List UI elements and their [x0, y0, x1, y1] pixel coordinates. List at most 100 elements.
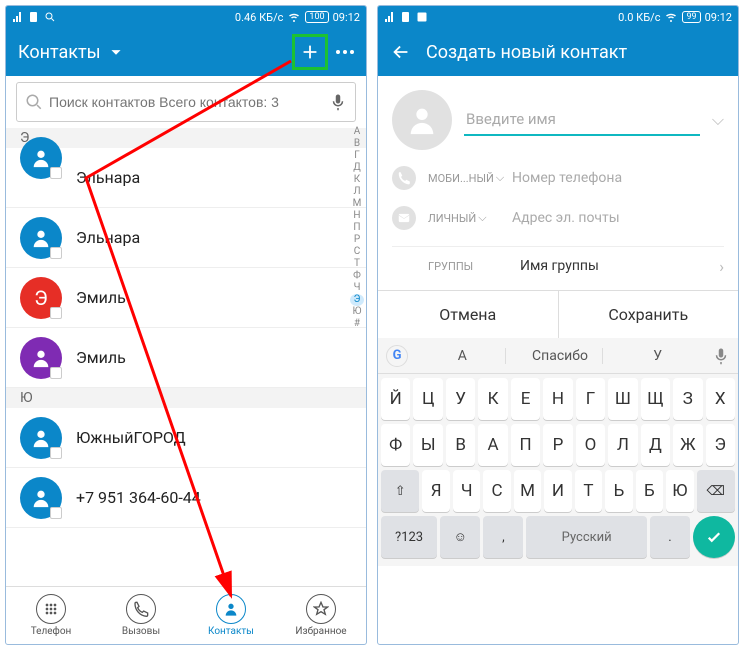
- contact-row[interactable]: Эмиль: [6, 328, 366, 388]
- shift-key[interactable]: ⇧: [381, 470, 419, 512]
- contact-row[interactable]: Эльнара: [6, 148, 366, 208]
- avatar: [20, 137, 62, 179]
- contact-row[interactable]: ЭЭмиль: [6, 268, 366, 328]
- enter-key[interactable]: [693, 516, 735, 558]
- overflow-menu[interactable]: [336, 50, 354, 54]
- index-letter[interactable]: С: [350, 246, 364, 258]
- mic-icon[interactable]: [329, 93, 347, 111]
- nav-Контакты[interactable]: Контакты: [186, 587, 276, 644]
- cancel-button[interactable]: Отмена: [378, 291, 559, 338]
- index-letter[interactable]: Ф: [350, 270, 364, 282]
- index-letter[interactable]: К: [350, 174, 364, 186]
- chevron-right-icon[interactable]: ›: [719, 257, 724, 276]
- avatar: [20, 417, 62, 459]
- key[interactable]: У: [446, 378, 475, 420]
- new-contact-form: Введите имя ⌵ МОБИ...НЫЙ ⌵ Номер телефон…: [378, 76, 738, 290]
- key[interactable]: Ш: [608, 378, 637, 420]
- key[interactable]: Ф: [381, 424, 410, 466]
- key[interactable]: Н: [543, 378, 572, 420]
- contact-list[interactable]: ЭЭльнараЭльнараЭЭмильЭмильЮЮжныйГОРОД+7 …: [6, 128, 366, 586]
- num-key[interactable]: ?123: [381, 516, 437, 558]
- key[interactable]: Г: [576, 378, 605, 420]
- key[interactable]: Ц: [413, 378, 442, 420]
- nav-Избранное[interactable]: Избранное: [276, 587, 366, 644]
- phone-type-dropdown[interactable]: МОБИ...НЫЙ ⌵: [428, 171, 500, 185]
- index-letter[interactable]: Д: [350, 162, 364, 174]
- index-letter[interactable]: Г: [350, 150, 364, 162]
- key[interactable]: Л: [608, 424, 637, 466]
- index-letter[interactable]: Р: [350, 234, 364, 246]
- key[interactable]: Ю: [666, 470, 693, 512]
- emoji-key[interactable]: ☺: [440, 516, 480, 558]
- index-letter[interactable]: Э: [350, 294, 364, 306]
- key[interactable]: Р: [543, 424, 572, 466]
- index-letter[interactable]: М: [350, 198, 364, 210]
- index-letter[interactable]: Н: [350, 210, 364, 222]
- key[interactable]: В: [446, 424, 475, 466]
- index-letter[interactable]: B: [350, 138, 364, 150]
- index-letter[interactable]: П: [350, 222, 364, 234]
- search-bar[interactable]: [16, 82, 356, 122]
- suggestion[interactable]: Спасибо: [518, 348, 604, 364]
- keyboard: ЙЦУКЕНГШЩЗХ ФЫВАПРОЛДЖЭ ⇧ЯЧСМИТЬБЮ⌫ ?123☺,Р…: [378, 374, 738, 566]
- key[interactable]: Й: [381, 378, 410, 420]
- key[interactable]: П: [511, 424, 540, 466]
- contact-row[interactable]: +7 951 364-60-44: [6, 468, 366, 528]
- email-field[interactable]: Адрес эл. почты: [512, 210, 724, 227]
- wifi-icon: [664, 11, 678, 23]
- email-type-dropdown[interactable]: ЛИЧНЫЙ ⌵: [428, 211, 500, 225]
- key[interactable]: Е: [511, 378, 540, 420]
- contact-row[interactable]: ЮжныйГОРОД: [6, 408, 366, 468]
- index-letter[interactable]: Т: [350, 258, 364, 270]
- google-icon[interactable]: G: [386, 345, 408, 367]
- dropdown-contacts[interactable]: Контакты: [18, 41, 292, 63]
- sim-icon: [400, 11, 412, 23]
- index-letter[interactable]: Л: [350, 186, 364, 198]
- key[interactable]: З: [673, 378, 702, 420]
- search-input[interactable]: [49, 94, 323, 110]
- key[interactable]: А: [478, 424, 507, 466]
- index-letter[interactable]: Ч: [350, 282, 364, 294]
- index-letter[interactable]: #: [350, 318, 364, 330]
- suggestion-bar: G А Спасибо У: [378, 338, 738, 374]
- group-field[interactable]: Имя группы: [520, 258, 707, 275]
- key[interactable]: К: [478, 378, 507, 420]
- key[interactable]: Э: [706, 424, 735, 466]
- expand-name-icon[interactable]: ⌵: [712, 110, 724, 130]
- mic-icon[interactable]: [712, 347, 730, 365]
- key[interactable]: И: [544, 470, 571, 512]
- key[interactable]: Б: [636, 470, 663, 512]
- avatar-placeholder[interactable]: [392, 90, 452, 150]
- index-letter[interactable]: A: [350, 126, 364, 138]
- contact-row[interactable]: Эльнара: [6, 208, 366, 268]
- comma-key[interactable]: ,: [483, 516, 523, 558]
- key[interactable]: Ж: [673, 424, 702, 466]
- key[interactable]: Т: [575, 470, 602, 512]
- key[interactable]: Щ: [641, 378, 670, 420]
- nav-Телефон[interactable]: Телефон: [6, 587, 96, 644]
- key[interactable]: Ы: [413, 424, 442, 466]
- key[interactable]: О: [576, 424, 605, 466]
- name-field[interactable]: Введите имя: [464, 104, 700, 136]
- title-text: Контакты: [18, 42, 101, 63]
- key[interactable]: М: [514, 470, 541, 512]
- key[interactable]: Я: [422, 470, 449, 512]
- suggestion[interactable]: А: [420, 348, 506, 364]
- back-arrow-icon[interactable]: [390, 41, 412, 63]
- nav-Вызовы[interactable]: Вызовы: [96, 587, 186, 644]
- index-letter[interactable]: Ю: [350, 306, 364, 318]
- avatar: [20, 217, 62, 259]
- key[interactable]: Ч: [453, 470, 480, 512]
- key[interactable]: Х: [706, 378, 735, 420]
- key[interactable]: Д: [641, 424, 670, 466]
- period-key[interactable]: .: [650, 516, 690, 558]
- save-button[interactable]: Сохранить: [559, 291, 739, 338]
- phone-field[interactable]: Номер телефона: [512, 170, 724, 187]
- backspace-key[interactable]: ⌫: [697, 470, 735, 512]
- suggestion[interactable]: У: [615, 348, 700, 364]
- key[interactable]: Ь: [605, 470, 632, 512]
- alpha-index[interactable]: ABГДКЛМНПРСТФЧЭЮ#: [350, 126, 364, 330]
- add-contact-button[interactable]: [292, 34, 328, 70]
- space-key[interactable]: Русский: [526, 516, 646, 558]
- key[interactable]: С: [483, 470, 510, 512]
